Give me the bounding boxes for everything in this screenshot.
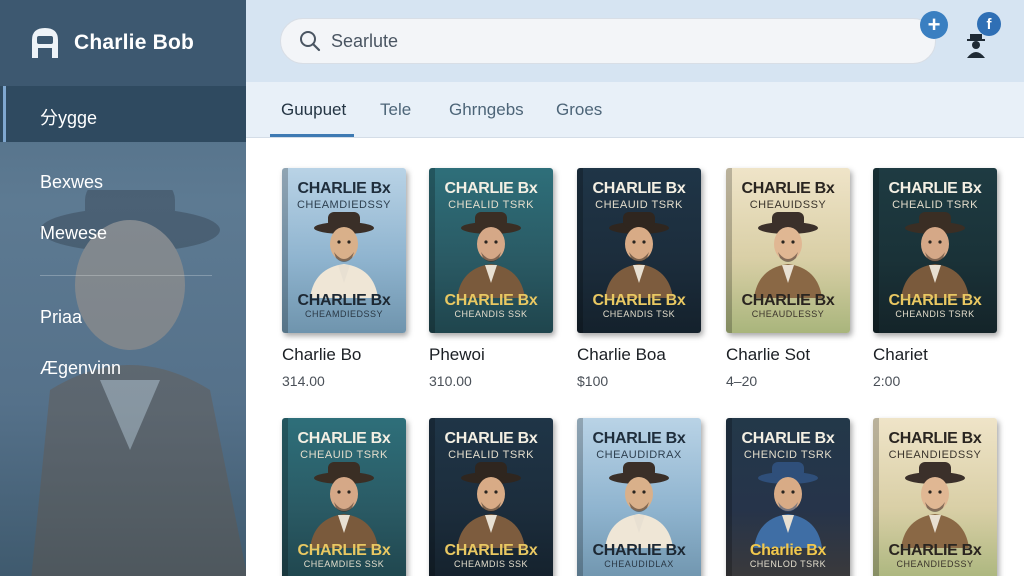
- book-price: 4–20: [726, 373, 758, 389]
- sidebar-item-3[interactable]: Priaa: [40, 307, 82, 328]
- cover-portrait-illustration: [754, 212, 822, 298]
- cover-title-bottom: CHARLIE Bx: [741, 292, 835, 309]
- store-icon: [32, 28, 58, 58]
- cover-title-bottom: CHARLIE Bx: [888, 542, 982, 559]
- book-grid: CHARLIE Bx CHEAMDIEDSSY CHARLIE Bx CHEAM…: [246, 138, 1024, 576]
- search-box[interactable]: [280, 18, 936, 64]
- book-cover[interactable]: CHARLIE Bx CHEAUIDSSY CHARLIE Bx CHEAUDL…: [726, 168, 850, 333]
- cover-subtitle-bottom: CHEAUDLESSY: [751, 309, 825, 319]
- cover-portrait-illustration: [310, 212, 378, 298]
- cover-portrait-illustration: [605, 462, 673, 548]
- cover-subtitle-bottom: CHENLOD TSRK: [749, 559, 827, 569]
- cover-title-top: CHARLIE Bx: [741, 430, 835, 447]
- sidebar: Charlie Bob 分ygge Bexwes Mewese Priaa Æg…: [0, 0, 246, 576]
- background-portrait-image: [31, 190, 246, 576]
- cover-portrait-illustration: [901, 212, 969, 298]
- cover-portrait-illustration: [310, 462, 378, 548]
- user-icon[interactable]: [964, 32, 988, 58]
- book-card[interactable]: CHARLIE Bx CHEANDIEDSSY CHARLIE Bx CHEAN…: [873, 418, 1001, 576]
- sidebar-item-0[interactable]: 分ygge: [40, 104, 97, 130]
- book-card[interactable]: CHARLIE Bx CHENCID TSRK Charlie Bx CHENL…: [726, 418, 854, 576]
- tab-1[interactable]: Tele: [380, 100, 411, 120]
- sidebar-active-highlight: [0, 86, 246, 142]
- cover-portrait-illustration: [605, 212, 673, 298]
- sidebar-item-1[interactable]: Bexwes: [40, 172, 103, 193]
- tab-3[interactable]: Groes: [556, 100, 602, 120]
- cover-title-bottom: CHARLIE Bx: [444, 292, 538, 309]
- book-price: 310.00: [429, 373, 472, 389]
- cover-title-top: CHARLIE Bx: [888, 430, 982, 447]
- book-title[interactable]: Charlie Bo: [282, 345, 410, 365]
- book-card[interactable]: CHARLIE Bx CHEAUID TSRK CHARLIE Bx CHEAM…: [282, 418, 410, 576]
- book-cover[interactable]: CHARLIE Bx CHEALID TSRK CHARLIE Bx CHEAN…: [873, 168, 997, 333]
- book-cover[interactable]: CHARLIE Bx CHEALID TSRK CHARLIE Bx CHEAN…: [429, 168, 553, 333]
- sidebar-item-2[interactable]: Mewese: [40, 223, 107, 244]
- book-title[interactable]: Phewoi: [429, 345, 557, 365]
- app-title: Charlie Bob: [74, 31, 195, 54]
- book-card[interactable]: CHARLIE Bx CHEAUDIDRAX CHARLIE Bx CHEAUD…: [577, 418, 705, 576]
- cover-portrait-illustration: [754, 462, 822, 548]
- cover-subtitle-bottom: CHEAMDIES SSK: [303, 559, 385, 569]
- cover-title-bottom: CHARLIE Bx: [592, 542, 686, 559]
- search-input[interactable]: [331, 30, 891, 52]
- book-card[interactable]: CHARLIE Bx CHEALID TSRK CHARLIE Bx CHEAM…: [429, 418, 557, 576]
- cover-title-top: CHARLIE Bx: [741, 180, 835, 197]
- cover-title-top: CHARLIE Bx: [888, 180, 982, 197]
- book-card[interactable]: CHARLIE Bx CHEAUIDSSY CHARLIE Bx CHEAUDL…: [726, 168, 854, 389]
- cover-subtitle-bottom: CHEAUDIDLAX: [604, 559, 674, 569]
- cover-title-bottom: CHARLIE Bx: [444, 542, 538, 559]
- cover-title-top: CHARLIE Bx: [297, 180, 391, 197]
- cover-title-bottom: CHARLIE Bx: [592, 292, 686, 309]
- top-bar: + f: [246, 0, 1024, 82]
- cover-subtitle-bottom: CHEANDIS TSK: [602, 309, 676, 319]
- book-cover[interactable]: CHARLIE Bx CHEANDIEDSSY CHARLIE Bx CHEAN…: [873, 418, 997, 576]
- cover-subtitle-bottom: CHEAMDIS SSK: [453, 559, 528, 569]
- book-title[interactable]: Chariet: [873, 345, 1001, 365]
- search-icon: [300, 31, 321, 52]
- cover-portrait-illustration: [901, 462, 969, 548]
- book-price: $100: [577, 373, 609, 389]
- cover-title-top: CHARLIE Bx: [444, 430, 538, 447]
- app-brand[interactable]: Charlie Bob: [0, 0, 246, 86]
- book-title[interactable]: Charlie Boa: [577, 345, 705, 365]
- book-cover[interactable]: CHARLIE Bx CHEAUDIDRAX CHARLIE Bx CHEAUD…: [577, 418, 701, 576]
- book-price: 314.00: [282, 373, 325, 389]
- book-title[interactable]: Charlie Sot: [726, 345, 854, 365]
- book-price: 2:00: [873, 373, 901, 389]
- book-cover[interactable]: CHARLIE Bx CHEALID TSRK CHARLIE Bx CHEAM…: [429, 418, 553, 576]
- category-tabs: Guupuet Tele Ghrngebs Groes: [246, 82, 1024, 138]
- cover-title-bottom: CHARLIE Bx: [297, 292, 391, 309]
- book-cover[interactable]: CHARLIE Bx CHEAUID TSRK CHARLIE Bx CHEAN…: [577, 168, 701, 333]
- tab-2[interactable]: Ghrngebs: [449, 100, 524, 120]
- cover-title-bottom: Charlie Bx: [749, 542, 827, 559]
- add-button[interactable]: +: [920, 11, 948, 39]
- cover-subtitle-bottom: CHEANDIS SSK: [454, 309, 528, 319]
- active-tab-underline: [270, 134, 354, 137]
- cover-subtitle-bottom: CHEAMDIEDSSY: [304, 309, 383, 319]
- book-cover[interactable]: CHARLIE Bx CHEAUID TSRK CHARLIE Bx CHEAM…: [282, 418, 406, 576]
- tab-0[interactable]: Guupuet: [281, 100, 346, 120]
- cover-title-top: CHARLIE Bx: [444, 180, 538, 197]
- book-cover[interactable]: CHARLIE Bx CHEAMDIEDSSY CHARLIE Bx CHEAM…: [282, 168, 406, 333]
- cover-title-top: CHARLIE Bx: [297, 430, 391, 447]
- cover-title-top: CHARLIE Bx: [592, 180, 686, 197]
- sidebar-divider: [40, 275, 212, 276]
- book-card[interactable]: CHARLIE Bx CHEALID TSRK CHARLIE Bx CHEAN…: [873, 168, 1001, 389]
- cover-subtitle-bottom: CHEANDIEDSSY: [896, 559, 974, 569]
- cover-title-top: CHARLIE Bx: [592, 430, 686, 447]
- book-card[interactable]: CHARLIE Bx CHEAUID TSRK CHARLIE Bx CHEAN…: [577, 168, 705, 389]
- cover-title-bottom: CHARLIE Bx: [888, 292, 982, 309]
- book-cover[interactable]: CHARLIE Bx CHENCID TSRK Charlie Bx CHENL…: [726, 418, 850, 576]
- cover-portrait-illustration: [457, 212, 525, 298]
- sidebar-item-4[interactable]: Ægenvinn: [40, 358, 121, 379]
- book-card[interactable]: CHARLIE Bx CHEALID TSRK CHARLIE Bx CHEAN…: [429, 168, 557, 389]
- cover-subtitle-bottom: CHEANDIS TSRK: [895, 309, 975, 319]
- book-card[interactable]: CHARLIE Bx CHEAMDIEDSSY CHARLIE Bx CHEAM…: [282, 168, 410, 389]
- cover-title-bottom: CHARLIE Bx: [297, 542, 391, 559]
- active-indicator: [3, 86, 6, 142]
- cover-portrait-illustration: [457, 462, 525, 548]
